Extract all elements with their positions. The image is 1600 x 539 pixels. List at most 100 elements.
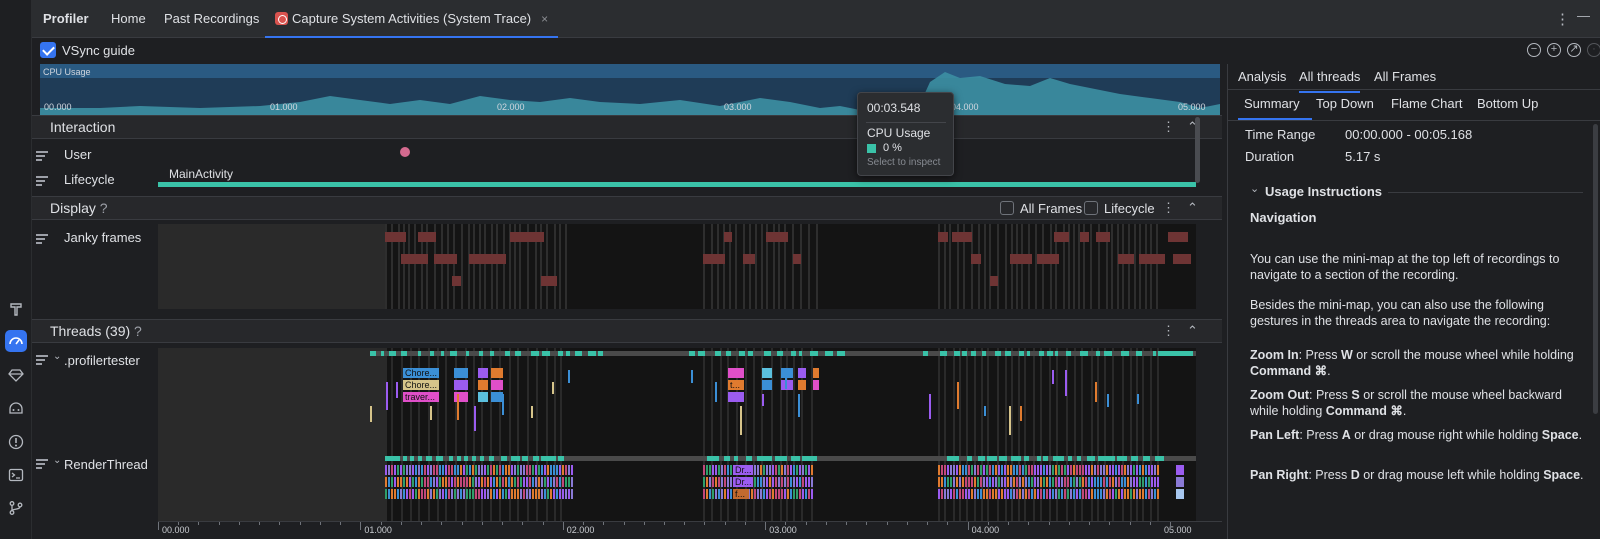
render-slice[interactable] — [481, 465, 483, 475]
render-slice[interactable] — [1055, 477, 1057, 487]
trace-slice[interactable] — [728, 368, 744, 378]
render-slice[interactable] — [484, 489, 486, 499]
thread-state-running[interactable] — [1059, 456, 1064, 461]
janky-frame[interactable] — [938, 232, 948, 242]
render-slice[interactable] — [385, 477, 387, 487]
render-slice[interactable] — [721, 489, 723, 499]
frame-column[interactable] — [554, 224, 556, 309]
render-slice[interactable] — [1004, 489, 1006, 499]
trace-slice-thin[interactable] — [430, 406, 432, 420]
render-slice[interactable] — [445, 477, 447, 487]
render-slice[interactable] — [938, 489, 940, 499]
render-slice[interactable] — [421, 489, 423, 499]
render-slice[interactable] — [1067, 477, 1069, 487]
thread-state-running[interactable] — [1158, 351, 1193, 356]
thread-state-running[interactable] — [1005, 351, 1011, 356]
render-slice[interactable] — [553, 477, 555, 487]
render-slice[interactable] — [989, 489, 991, 499]
frame-column[interactable] — [1016, 224, 1018, 309]
chevron-down-icon[interactable]: ⌄ — [1250, 182, 1259, 195]
render-slice[interactable] — [406, 477, 408, 487]
render-slice[interactable] — [400, 477, 402, 487]
trace-slice-thin[interactable] — [1137, 394, 1139, 404]
render-slice[interactable] — [953, 489, 955, 499]
render-slice[interactable] — [950, 465, 952, 475]
thread-state-running[interactable] — [385, 456, 392, 461]
frame-column[interactable] — [1073, 224, 1075, 309]
render-slice[interactable] — [1052, 477, 1054, 487]
render-slice[interactable] — [1142, 489, 1144, 499]
render-slice[interactable] — [484, 465, 486, 475]
frame-column[interactable] — [1145, 224, 1147, 309]
thread-state-running[interactable] — [389, 351, 396, 356]
render-slice[interactable] — [760, 465, 762, 475]
render-slice[interactable] — [778, 489, 780, 499]
frame-column[interactable] — [792, 224, 794, 309]
frame-column[interactable] — [1042, 224, 1044, 309]
thread-state-running[interactable] — [472, 456, 476, 461]
render-slice[interactable] — [796, 477, 798, 487]
render-slice[interactable] — [1142, 477, 1144, 487]
render-slice[interactable] — [709, 465, 711, 475]
render-slice[interactable] — [514, 465, 516, 475]
render-slice[interactable] — [1139, 465, 1141, 475]
trace-slice-thin[interactable] — [1020, 406, 1022, 421]
render-slice[interactable] — [505, 477, 507, 487]
render-slice[interactable] — [427, 477, 429, 487]
render-slice[interactable] — [1004, 477, 1006, 487]
render-slice[interactable] — [1031, 465, 1033, 475]
thread-state-running[interactable] — [403, 456, 407, 461]
render-slice[interactable] — [712, 465, 714, 475]
render-slice[interactable] — [499, 465, 501, 475]
render-slice[interactable] — [1145, 465, 1147, 475]
render-slice[interactable] — [718, 465, 720, 475]
thread-state-running[interactable] — [810, 351, 818, 356]
render-slice[interactable] — [730, 489, 732, 499]
thread-state-running[interactable] — [1055, 351, 1058, 356]
render-slice[interactable] — [1022, 489, 1024, 499]
render-slice[interactable] — [772, 489, 774, 499]
render-slice[interactable] — [1103, 465, 1105, 475]
render-slice[interactable] — [1088, 489, 1090, 499]
render-slice[interactable] — [971, 465, 973, 475]
render-slice[interactable] — [986, 477, 988, 487]
render-slice[interactable] — [529, 465, 531, 475]
render-slice[interactable] — [1037, 477, 1039, 487]
thread-state-running[interactable] — [542, 351, 550, 356]
thread-state-running[interactable] — [1136, 351, 1142, 356]
render-slice[interactable] — [1013, 465, 1015, 475]
render-slice[interactable] — [706, 465, 708, 475]
trace-slice[interactable] — [781, 368, 793, 378]
trace-slice[interactable] — [491, 368, 503, 378]
frame-column[interactable] — [491, 224, 493, 309]
render-slice[interactable] — [799, 477, 801, 487]
render-slice[interactable] — [1043, 489, 1045, 499]
render-slice[interactable] — [496, 465, 498, 475]
render-slice[interactable] — [463, 489, 465, 499]
render-slice[interactable] — [1043, 465, 1045, 475]
render-slice[interactable] — [1133, 465, 1135, 475]
render-slice[interactable] — [769, 489, 771, 499]
thread-state-running[interactable] — [566, 351, 570, 356]
render-slice[interactable] — [514, 477, 516, 487]
render-slice[interactable] — [1130, 489, 1132, 499]
render-slice[interactable] — [523, 489, 525, 499]
render-slice[interactable] — [706, 477, 708, 487]
render-slice[interactable] — [427, 489, 429, 499]
thread-state-running[interactable] — [490, 351, 494, 356]
trace-slice[interactable] — [478, 392, 488, 402]
tab-past-recordings[interactable]: Past Recordings — [164, 0, 259, 38]
thread-state-running[interactable] — [1131, 456, 1138, 461]
render-slice[interactable] — [388, 489, 390, 499]
render-slice[interactable] — [391, 465, 393, 475]
render-slice[interactable] — [433, 465, 435, 475]
render-slice[interactable] — [769, 465, 771, 475]
render-slice[interactable] — [1040, 489, 1042, 499]
thread-state-running[interactable] — [558, 351, 563, 356]
render-slice[interactable] — [1007, 477, 1009, 487]
render-slice[interactable] — [760, 477, 762, 487]
trace-slice[interactable] — [478, 380, 488, 390]
tab-home[interactable]: Home — [111, 0, 146, 38]
filter-icon[interactable] — [36, 176, 48, 186]
render-slice[interactable] — [547, 477, 549, 487]
